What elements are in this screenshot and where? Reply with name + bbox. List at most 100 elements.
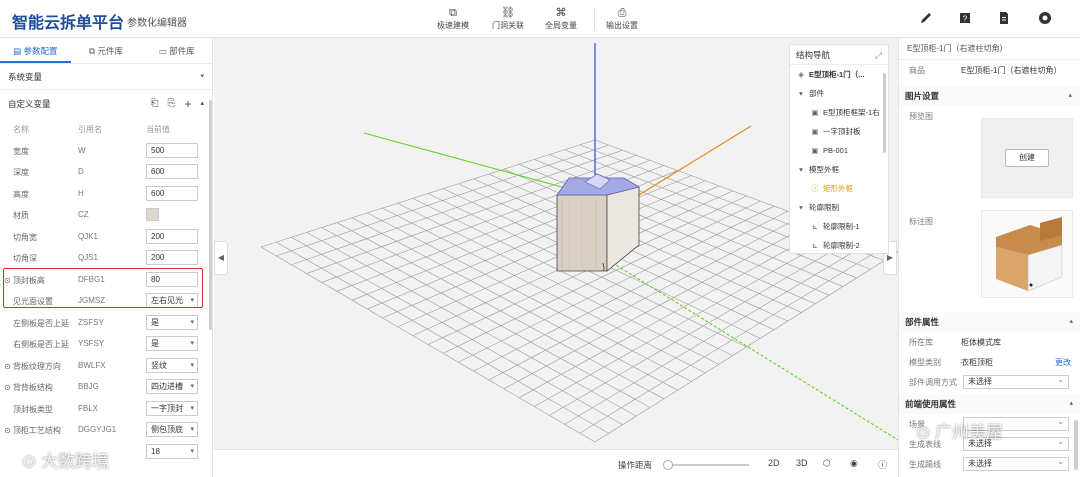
tree-item-pb001[interactable]: ▣ PB-001 — [790, 141, 888, 160]
tree-item-top-seal[interactable]: ▣ 一字顶封板 — [790, 122, 888, 141]
settings-icon — [1039, 12, 1051, 24]
tree-group-contour[interactable]: ▾ 轮廓限制 — [790, 198, 888, 217]
annotation-label: 标注图 — [909, 217, 933, 226]
thickness-select[interactable]: 18 — [146, 443, 198, 459]
distance-slider[interactable] — [663, 460, 749, 470]
left-tabs: ▤ 参数配置 ⧉ 元件库 ▭ 部件库 — [0, 38, 212, 64]
var-row-chamfer-width: 切角宽 QJK1 200 — [0, 226, 212, 248]
system-vars-row[interactable]: 系统变量 ▾ — [0, 64, 212, 90]
collapse-left-panel-button[interactable]: ◀ — [214, 241, 228, 275]
craft-structure-select[interactable]: 侧包顶底 — [146, 422, 198, 437]
slider-knob[interactable] — [663, 460, 673, 470]
caret-down-icon: ▾ — [799, 165, 803, 174]
image-settings-section[interactable]: 图片设置 ▴ — [899, 86, 1080, 106]
view-2d-button[interactable]: 2D — [768, 458, 780, 468]
tree-group-parts[interactable]: ▾ 部件 — [790, 84, 888, 103]
output-icon: ⎙ — [617, 7, 627, 19]
preview-image-box: 创建 — [981, 118, 1073, 198]
expand-icon[interactable]: ⤢ — [875, 45, 882, 65]
var-row-chamfer-depth: 切角深 QJS1 200 — [0, 247, 212, 269]
chamfer-depth-input[interactable]: 200 — [146, 250, 198, 265]
brand-subtitle: 参数化编辑器 — [127, 18, 187, 29]
pen-tool[interactable] — [917, 9, 935, 27]
settings-tool[interactable] — [1036, 9, 1054, 27]
right-scrollbar[interactable] — [1074, 420, 1078, 470]
left-scrollbar[interactable] — [209, 100, 212, 330]
watermark-left: ⊙ 大数跨境 — [22, 452, 109, 471]
parameter-panel: ▤ 参数配置 ⧉ 元件库 ▭ 部件库 系统变量 ▾ 自定义变量 ⎗ ⎘ + ▴ … — [0, 38, 213, 477]
cabinet-model — [556, 173, 641, 272]
part-icon: ▣ — [811, 146, 819, 155]
toolbar-divider — [594, 8, 595, 30]
back-grain-select[interactable]: 竖纹 — [146, 357, 198, 373]
part-properties-section[interactable]: 部件属性 ▴ — [899, 312, 1080, 332]
tree-root[interactable]: ◈ E型顶柜-1门（... — [790, 65, 888, 84]
document-icon — [1000, 12, 1008, 24]
axis-z-line — [363, 132, 596, 197]
tab-params[interactable]: ▤ 参数配置 — [0, 38, 71, 63]
call-mode-select[interactable]: 未选择 — [963, 374, 1069, 389]
global-icon: ⌘ — [555, 7, 567, 19]
left-extend-select[interactable]: 是 — [146, 314, 198, 330]
tree-item-contour-2[interactable]: ⊾ 轮廓限制-2 — [790, 236, 888, 253]
change-model-link[interactable]: 更改 — [1055, 357, 1071, 368]
back-structure-select[interactable]: 四边进槽 — [146, 379, 198, 394]
tree-group-outer-frame[interactable]: ▾ 模型外框 — [790, 160, 888, 179]
library-row: 所在库 柜体模式库 — [909, 338, 1001, 347]
tab-parts[interactable]: ▭ 部件库 — [141, 38, 212, 63]
annotation-image — [981, 210, 1073, 298]
seal-type-select[interactable]: 一字顶封 — [146, 400, 198, 416]
create-preview-button[interactable]: 创建 — [1005, 149, 1049, 167]
axis-x-line — [633, 125, 752, 199]
info-icon[interactable]: ⓘ — [878, 458, 887, 471]
part-icon: ▣ — [811, 108, 819, 117]
global-vars-tool[interactable]: ⌘ 全局变量 — [545, 6, 577, 31]
chamfer-width-input[interactable]: 200 — [146, 228, 198, 244]
var-row-right-extend: 右侧板是否上延 YSFSY 是 — [0, 333, 212, 355]
quick-model-tool[interactable]: ⧉ 极速建模 — [437, 6, 469, 31]
viewport-bottom-bar: 操作距离 2D 3D ⬡ ◉ ⓘ — [214, 449, 898, 477]
var-row-back-grain: ⊙ 背板纹理方向 BWLFX 竖纹 — [0, 355, 212, 377]
contour-icon: ⊾ — [811, 241, 819, 250]
add-variable-button[interactable]: + — [184, 90, 191, 118]
export-icon[interactable]: ⎘ — [167, 90, 175, 118]
cabinet-thumbnail — [996, 217, 1063, 292]
width-input[interactable]: 500 — [146, 142, 198, 158]
material-swatch[interactable] — [146, 208, 159, 221]
var-row-width: 宽度 W 500 — [0, 140, 212, 162]
door-link-tool[interactable]: ⛓ 门洞关联 — [492, 6, 524, 31]
frontend-props-section[interactable]: 前端使用属性 ▴ — [899, 394, 1080, 414]
structure-navigator: 结构导航 ⤢ ◈ E型顶柜-1门（... ▾ 部件 ▣ E型顶柜框架-1右 ▣ 一字顶封… — [789, 44, 889, 254]
nav-scrollbar[interactable] — [883, 73, 886, 153]
eye-icon[interactable]: ◉ — [850, 458, 858, 469]
tree-item-frame[interactable]: ▣ E型顶柜框架-1右 — [790, 103, 888, 122]
tab-components[interactable]: ⧉ 元件库 — [71, 38, 142, 63]
grid-line — [594, 251, 898, 443]
depth-input[interactable]: 600 — [146, 164, 198, 179]
document-tool[interactable] — [995, 9, 1013, 27]
top-header: 智能云拆单平台 参数化编辑器 ⧉ 极速建模 ⛓ 门洞关联 ⌘ 全局变量 ⎙ 输出… — [0, 0, 1080, 38]
link-icon: ⛓ — [501, 7, 515, 19]
var-row-depth: 深度 D 600 — [0, 161, 212, 183]
var-row-left-extend: 左侧板是否上延 ZSFSY 是 — [0, 312, 212, 334]
caret-down-icon: ▾ — [799, 203, 803, 212]
svg-text:?: ? — [963, 15, 968, 24]
tree-item-rect-frame[interactable]: ⓘ 矩形外框 — [790, 179, 888, 198]
import-icon[interactable]: ⎗ — [150, 90, 158, 118]
part-icon: ▣ — [811, 127, 819, 136]
chevron-up-icon[interactable]: ▴ — [200, 90, 204, 118]
chamfer-highlight-box — [3, 268, 203, 308]
help-tool[interactable]: ? — [956, 9, 974, 27]
cube-view-icon[interactable]: ⬡ — [823, 458, 831, 469]
height-input[interactable]: 600 — [146, 185, 198, 201]
view-3d-button[interactable]: 3D — [796, 458, 808, 468]
product-row: 商品 E型顶柜-1门（右遮柱切角） — [909, 66, 1062, 75]
var-row-height: 高度 H 600 — [0, 183, 212, 205]
gen-kick-select[interactable]: 未选择 — [963, 456, 1069, 471]
right-extend-select[interactable]: 是 — [146, 336, 198, 351]
distance-label: 操作距离 — [618, 460, 653, 470]
output-settings-tool[interactable]: ⎙ 输出设置 — [606, 6, 638, 31]
var-row-craft-structure: ⊙ 顶柜工艺结构 DGGYJG1 侧包顶底 — [0, 419, 212, 441]
tree-item-contour-1[interactable]: ⊾ 轮廓限制-1 — [790, 217, 888, 236]
box-icon: ⧉ — [449, 7, 457, 19]
